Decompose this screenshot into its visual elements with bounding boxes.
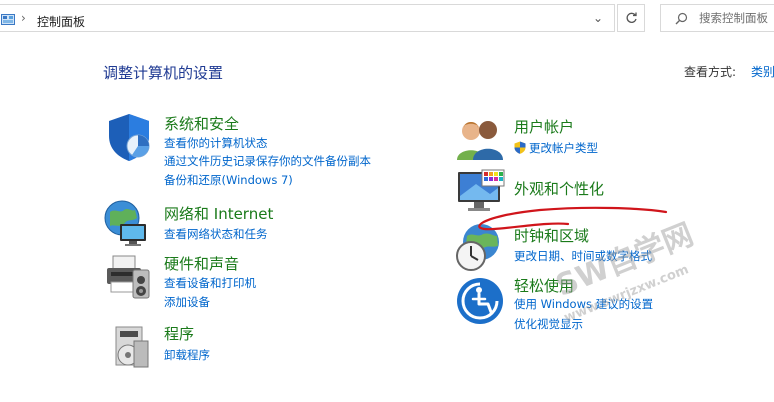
link-windows-recommended-settings[interactable]: 使用 Windows 建议的设置 [514,296,653,312]
search-icon [675,12,688,25]
breadcrumb-separator: › [21,11,26,25]
category-title-clock-region[interactable]: 时钟和区域 [514,225,589,246]
category-title-user-accounts[interactable]: 用户帐户 [514,116,574,137]
change-account-type-label: 更改帐户类型 [529,141,598,155]
link-optimize-visual-display[interactable]: 优化视觉显示 [514,316,583,332]
refresh-icon [626,12,637,23]
link-devices-printers[interactable]: 查看设备和打印机 [164,275,256,291]
chevron-down-icon[interactable]: ⌄ [593,11,603,25]
network-globe-icon[interactable] [102,198,152,248]
link-file-history-backup[interactable]: 通过文件历史记录保存你的文件备份副本 [164,153,371,169]
programs-disc-icon[interactable] [106,321,156,371]
link-change-account-type[interactable]: 更改帐户类型 [514,140,598,156]
shield-icon[interactable] [104,112,154,162]
clock-globe-icon[interactable] [453,222,503,272]
printer-speaker-icon[interactable] [103,250,153,300]
category-title-programs[interactable]: 程序 [164,323,194,344]
link-check-computer-status[interactable]: 查看你的计算机状态 [164,135,268,151]
search-input[interactable] [699,10,774,26]
monitor-palette-icon[interactable] [456,168,506,218]
control-panel-icon [1,14,15,25]
view-by-label: 查看方式: [684,65,737,79]
page-title: 调整计算机的设置 [103,64,224,82]
uac-shield-icon [514,141,526,154]
breadcrumb-control-panel[interactable]: 控制面板 [37,13,85,30]
category-title-appearance[interactable]: 外观和个性化 [514,178,604,199]
category-title-hardware-sound[interactable]: 硬件和声音 [164,253,239,274]
view-by-dropdown[interactable]: 类别 [751,63,774,80]
link-add-device[interactable]: 添加设备 [164,294,210,310]
category-title-system-security[interactable]: 系统和安全 [164,113,239,134]
search-box[interactable] [660,4,774,32]
refresh-button[interactable] [617,4,645,32]
link-uninstall-program[interactable]: 卸载程序 [164,347,210,363]
category-title-network-internet[interactable]: 网络和 Internet [164,203,273,224]
link-change-date-time-format[interactable]: 更改日期、时间或数字格式 [514,248,652,264]
ease-of-access-icon[interactable] [455,276,505,326]
category-title-ease-of-access[interactable]: 轻松使用 [514,275,574,296]
link-backup-restore[interactable]: 备份和还原(Windows 7) [164,172,293,188]
link-view-network-status[interactable]: 查看网络状态和任务 [164,226,268,242]
address-bar: › 控制面板 ⌄ [0,0,774,38]
users-icon[interactable] [455,114,505,164]
address-field[interactable]: › 控制面板 ⌄ [0,4,615,32]
